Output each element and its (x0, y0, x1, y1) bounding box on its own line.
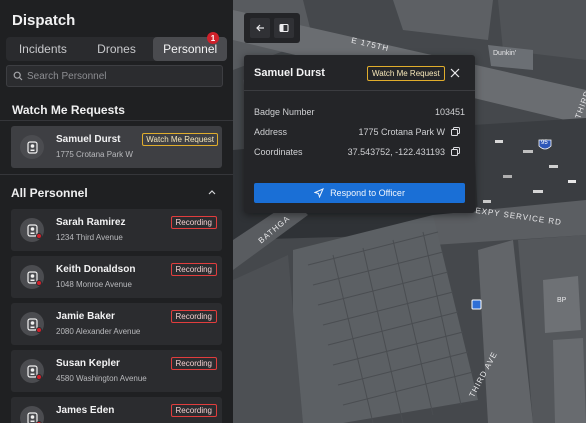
recording-badge: Recording (170, 357, 217, 370)
coordinates-value: 37.543752, -122.431193 (347, 147, 445, 157)
detail-person-name: Samuel Durst (254, 67, 325, 79)
search-box (6, 65, 223, 87)
avatar (20, 312, 44, 336)
map-label-bp: BP (557, 297, 567, 304)
recording-badge: Recording (170, 404, 217, 417)
person-address: 1775 Crotana Park W (56, 150, 133, 159)
avatar (20, 406, 44, 423)
person-address: 1048 Monroe Avenue (56, 280, 132, 289)
avatar (20, 265, 44, 289)
recording-dot-icon (36, 280, 42, 286)
chevron-up-icon[interactable] (206, 186, 218, 198)
tab-drones-label: Drones (97, 42, 136, 56)
tab-bar: Incidents Drones Personnel 1 (6, 32, 228, 61)
panel-header: Samuel Durst Watch Me Request (244, 55, 475, 91)
watch-request-item[interactable]: Samuel Durst 1775 Crotana Park W Watch M… (11, 126, 222, 168)
badge-number-label: Badge Number (254, 107, 315, 117)
avatar (20, 135, 44, 159)
sidebar: Dispatch Incidents Drones Personnel 1 Wa… (0, 0, 233, 423)
address-label: Address (254, 127, 288, 137)
recording-badge: Recording (170, 216, 217, 229)
personnel-item-susan-kepler[interactable]: Susan Kepler 4580 Washington Avenue Reco… (11, 350, 222, 392)
avatar (20, 218, 44, 242)
route-shield-label: 95 (541, 140, 548, 146)
tab-personnel-label: Personnel (163, 42, 218, 56)
tab-incidents[interactable]: Incidents (6, 37, 80, 61)
app-title: Dispatch (12, 12, 76, 29)
all-personnel-title: All Personnel (11, 186, 88, 200)
map-label-dunkin: Dunkin' (493, 50, 517, 57)
person-name: Keith Donaldson (56, 264, 136, 275)
person-address: 1234 Third Avenue (56, 233, 123, 242)
person-name: Susan Kepler (56, 358, 120, 369)
tab-incidents-label: Incidents (18, 42, 67, 56)
sidebar-panel-icon (279, 23, 289, 33)
person-address: 4580 Washington Avenue (56, 374, 147, 383)
recording-badge: Recording (170, 263, 217, 276)
respond-to-officer-button[interactable]: Respond to Officer (254, 183, 465, 203)
recording-badge: Recording (170, 310, 217, 323)
section-divider (0, 120, 233, 121)
personnel-detail-panel: Samuel Durst Watch Me Request Badge Numb… (244, 55, 475, 213)
respond-button-label: Respond to Officer (330, 188, 405, 198)
send-icon (314, 188, 325, 198)
search-icon (13, 71, 23, 81)
map-toolbar (244, 13, 300, 43)
person-name: Samuel Durst (56, 134, 121, 145)
personnel-item-sarah-ramirez[interactable]: Sarah Ramirez 1234 Third Avenue Recordin… (11, 209, 222, 251)
search-input[interactable] (27, 70, 212, 82)
tab-drones[interactable]: Drones (80, 37, 154, 61)
recording-dot-icon (36, 233, 42, 239)
person-name: Sarah Ramirez (56, 217, 126, 228)
watch-me-request-badge: Watch Me Request (142, 133, 218, 146)
watch-requests-title: Watch Me Requests (12, 103, 125, 117)
copy-address-icon[interactable] (451, 127, 460, 136)
back-button[interactable] (250, 18, 270, 38)
avatar (20, 359, 44, 383)
copy-coordinates-icon[interactable] (451, 147, 460, 156)
person-name: Jamie Baker (56, 311, 115, 322)
badge-number-value: 103451 (434, 107, 465, 117)
watch-me-request-tag[interactable]: Watch Me Request (367, 66, 445, 81)
arrow-left-icon (256, 24, 264, 32)
personnel-item-keith-donaldson[interactable]: Keith Donaldson 1048 Monroe Avenue Recor… (11, 256, 222, 298)
bodycam-icon (26, 140, 38, 154)
section-divider (0, 174, 233, 175)
tab-personnel[interactable]: Personnel 1 (153, 32, 228, 61)
personnel-item-james-eden[interactable]: James Eden Recording (11, 397, 222, 423)
notification-badge: 1 (207, 32, 220, 44)
recording-dot-icon (36, 374, 42, 380)
personnel-item-jamie-baker[interactable]: Jamie Baker 2080 Alexander Avenue Record… (11, 303, 222, 345)
recording-dot-icon (36, 327, 42, 333)
toggle-panel-button[interactable] (274, 18, 294, 38)
close-icon[interactable] (450, 68, 460, 78)
coordinates-label: Coordinates (254, 147, 303, 157)
address-value: 1775 Crotana Park W (358, 127, 445, 137)
person-name: James Eden (56, 405, 115, 416)
person-address: 2080 Alexander Avenue (56, 327, 141, 336)
